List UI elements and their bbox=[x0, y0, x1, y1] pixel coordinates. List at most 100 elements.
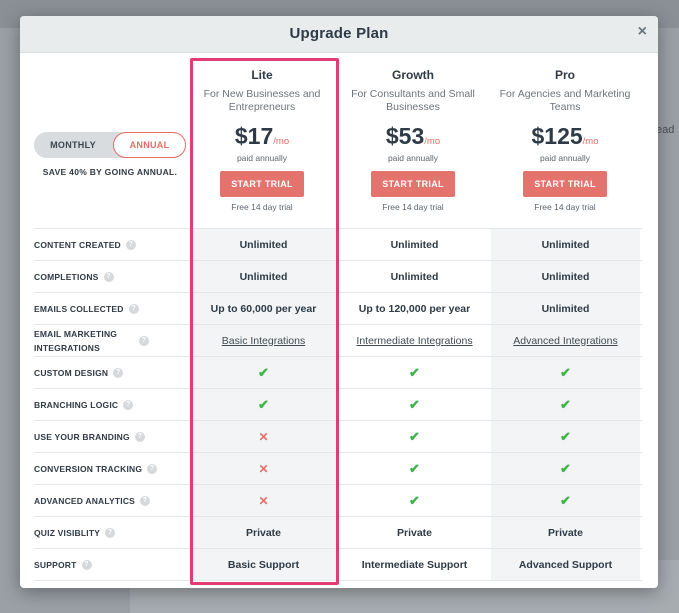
feature-cell: Private bbox=[340, 517, 489, 548]
integrations-link[interactable]: Intermediate Integrations bbox=[356, 335, 472, 347]
feature-cell: ✔ bbox=[491, 389, 640, 420]
plan-price: $125 bbox=[531, 123, 583, 149]
check-icon: ✔ bbox=[560, 428, 571, 444]
table-row: EMAILS COLLECTED? Up to 60,000 per year Up… bbox=[34, 292, 642, 324]
feature-cell: Up to 120,000 per year bbox=[340, 293, 489, 324]
feature-value: Advanced Support bbox=[518, 558, 613, 571]
feature-cell: Unlimited bbox=[340, 261, 489, 292]
table-row: EMAIL MARKETING INTEGRATIONS? Basic Integ… bbox=[34, 324, 642, 356]
start-trial-button-lite[interactable]: START TRIAL bbox=[220, 171, 304, 197]
feature-table: CONTENT CREATED? Unlimited Unlimited Unlimi… bbox=[34, 228, 642, 581]
feature-cell: Intermediate Support bbox=[340, 549, 489, 580]
feature-label-text: CONTENT CREATED bbox=[34, 239, 121, 250]
feature-cell: Private bbox=[189, 517, 338, 548]
feature-cell: ✔ bbox=[340, 357, 489, 388]
feature-cell: ✔ bbox=[491, 485, 640, 516]
check-icon: ✔ bbox=[560, 396, 571, 412]
integrations-link[interactable]: Advanced Integrations bbox=[513, 335, 618, 347]
help-icon[interactable]: ? bbox=[125, 239, 136, 250]
feature-label-text: COMPLETIONS bbox=[34, 271, 99, 282]
price-period: /mo bbox=[582, 136, 599, 147]
help-icon[interactable]: ? bbox=[139, 335, 149, 346]
feature-value: Up to 60,000 per year bbox=[210, 302, 317, 315]
annual-option[interactable]: ANNUAL bbox=[113, 132, 186, 158]
plan-price: $17 bbox=[234, 123, 274, 149]
feature-label: BRANCHING LOGIC? bbox=[34, 389, 186, 420]
feature-label: SUPPORT? bbox=[34, 549, 186, 580]
feature-value: Private bbox=[396, 526, 433, 539]
help-icon[interactable]: ? bbox=[134, 431, 145, 442]
modal-title: Upgrade Plan bbox=[289, 25, 389, 42]
start-trial-button-growth[interactable]: START TRIAL bbox=[371, 171, 455, 197]
billing-note: paid annually bbox=[539, 153, 591, 163]
help-icon[interactable]: ? bbox=[128, 303, 139, 314]
help-icon[interactable]: ? bbox=[140, 495, 151, 506]
plan-description: For Consultants and Small Businesses bbox=[351, 88, 475, 113]
feature-cell: ✕ bbox=[189, 421, 338, 452]
plan-lite: Lite For New Businesses and Entrepreneur… bbox=[188, 68, 336, 212]
cross-icon: ✕ bbox=[258, 429, 269, 444]
table-row: CONTENT CREATED? Unlimited Unlimited Unlimi… bbox=[34, 228, 642, 260]
feature-label: EMAIL MARKETING INTEGRATIONS? bbox=[34, 325, 186, 356]
upgrade-plan-modal: Upgrade Plan × MONTHLY ANNUAL SAVE 40% B… bbox=[20, 16, 658, 588]
check-icon: ✔ bbox=[409, 396, 420, 412]
price-period: /mo bbox=[424, 136, 441, 147]
plan-name: Lite bbox=[251, 68, 273, 82]
feature-value: Basic Support bbox=[227, 558, 300, 571]
check-icon: ✔ bbox=[409, 428, 420, 444]
price-period: /mo bbox=[273, 136, 290, 147]
plan-description: For Agencies and Marketing Teams bbox=[499, 88, 631, 113]
feature-label-text: EMAILS COLLECTED bbox=[34, 303, 124, 314]
help-icon[interactable]: ? bbox=[147, 463, 158, 474]
billing-note: paid annually bbox=[236, 153, 288, 163]
feature-value: Unlimited bbox=[541, 238, 590, 251]
start-trial-button-pro[interactable]: START TRIAL bbox=[523, 171, 607, 197]
feature-value: Intermediate Support bbox=[361, 558, 468, 571]
feature-label-text: USE YOUR BRANDING bbox=[34, 431, 130, 442]
feature-cell: Advanced Support bbox=[491, 549, 640, 580]
feature-value: Unlimited bbox=[390, 238, 439, 251]
table-row: CONVERSION TRACKING? ✕ ✔ ✔ bbox=[34, 452, 642, 484]
close-icon[interactable]: × bbox=[638, 23, 647, 41]
plan-description: For New Businesses and Entrepreneurs bbox=[203, 88, 321, 113]
feature-cell: Unlimited bbox=[491, 261, 640, 292]
table-row: SUPPORT? Basic Support Intermediate Suppor… bbox=[34, 548, 642, 581]
monthly-option[interactable]: MONTHLY bbox=[34, 132, 112, 158]
feature-cell: ✔ bbox=[189, 357, 338, 388]
feature-value: Private bbox=[547, 526, 584, 539]
help-icon[interactable]: ? bbox=[113, 367, 124, 378]
feature-value: Up to 120,000 per year bbox=[358, 302, 471, 315]
table-row: USE YOUR BRANDING? ✕ ✔ ✔ bbox=[34, 420, 642, 452]
background-partial-text: ead bbox=[656, 124, 675, 136]
feature-cell: ✕ bbox=[189, 453, 338, 484]
feature-cell: Private bbox=[491, 517, 640, 548]
check-icon: ✔ bbox=[409, 492, 420, 508]
feature-cell: Unlimited bbox=[491, 293, 640, 324]
feature-value: Unlimited bbox=[390, 270, 439, 283]
feature-cell: Basic Integrations bbox=[189, 325, 338, 356]
check-icon: ✔ bbox=[560, 492, 571, 508]
feature-label-text: EMAIL MARKETING INTEGRATIONS bbox=[34, 328, 118, 353]
feature-cell: Unlimited bbox=[340, 229, 489, 260]
integrations-link[interactable]: Basic Integrations bbox=[222, 335, 305, 347]
feature-label: CONTENT CREATED? bbox=[34, 229, 186, 260]
feature-cell: ✔ bbox=[491, 421, 640, 452]
billing-toggle[interactable]: MONTHLY ANNUAL bbox=[34, 132, 186, 158]
help-icon[interactable]: ? bbox=[105, 527, 116, 538]
trial-note: Free 14 day trial bbox=[382, 202, 444, 212]
help-icon[interactable]: ? bbox=[123, 399, 134, 410]
feature-cell: Basic Support bbox=[189, 549, 338, 580]
feature-label: EMAILS COLLECTED? bbox=[34, 293, 186, 324]
feature-label-text: BRANCHING LOGIC bbox=[34, 399, 119, 410]
check-icon: ✔ bbox=[258, 364, 269, 380]
cross-icon: ✕ bbox=[258, 461, 269, 476]
plan-price: $53 bbox=[385, 123, 425, 149]
feature-label-text: CONVERSION TRACKING bbox=[34, 463, 143, 474]
feature-value: Private bbox=[245, 526, 282, 539]
feature-value: Unlimited bbox=[239, 270, 288, 283]
help-icon[interactable]: ? bbox=[103, 271, 114, 282]
help-icon[interactable]: ? bbox=[81, 559, 92, 570]
feature-cell: Unlimited bbox=[491, 229, 640, 260]
feature-cell: ✔ bbox=[340, 421, 489, 452]
table-row: CUSTOM DESIGN? ✔ ✔ ✔ bbox=[34, 356, 642, 388]
